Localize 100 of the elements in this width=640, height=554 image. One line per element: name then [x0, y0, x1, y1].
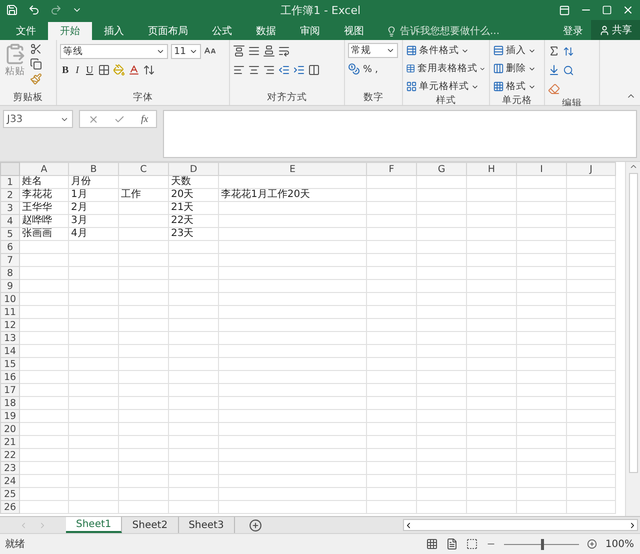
row-header[interactable]: 20 — [0, 422, 20, 436]
align-left-icon[interactable] — [233, 64, 245, 76]
row-header[interactable]: 8 — [0, 266, 20, 280]
styles-menu-button[interactable]: 单元格样式 — [406, 79, 486, 94]
column-header[interactable]: I — [516, 162, 566, 176]
font-color-icon[interactable] — [128, 64, 140, 76]
scissors-icon[interactable] — [30, 43, 42, 55]
row-header[interactable]: 11 — [0, 306, 20, 318]
row-header[interactable]: 6 — [0, 240, 20, 254]
row-header[interactable]: 15 — [0, 358, 20, 370]
cells-menu-button[interactable]: 删除 — [493, 61, 541, 76]
border-icon[interactable] — [98, 64, 110, 76]
redo-icon[interactable] — [50, 4, 62, 16]
comma-button[interactable]: , — [375, 62, 378, 76]
column-header[interactable]: G — [416, 162, 466, 176]
column-header[interactable]: J — [566, 162, 616, 176]
row-header[interactable]: 14 — [0, 344, 20, 358]
font-name-field[interactable]: 等线 — [60, 44, 168, 58]
zoom-percent[interactable]: 100% — [605, 538, 640, 550]
row-header[interactable]: 17 — [0, 384, 20, 396]
bold-button[interactable]: B — [60, 64, 71, 76]
row-header[interactable]: 25 — [0, 488, 20, 500]
column-header[interactable]: H — [466, 162, 516, 176]
ribbon-tab[interactable]: 开始 — [48, 22, 92, 40]
insert-function-button[interactable]: fx — [140, 114, 148, 124]
row-header[interactable]: 19 — [0, 410, 20, 422]
top-align-icon[interactable] — [233, 45, 245, 57]
ribbon-tab[interactable]: 插入 — [92, 22, 136, 40]
row-header[interactable]: 4 — [0, 214, 20, 228]
sort-icon[interactable] — [563, 46, 574, 56]
eraser-icon[interactable] — [548, 83, 560, 95]
undo-icon[interactable] — [28, 4, 40, 16]
font-size-field[interactable]: 11 — [171, 44, 201, 58]
align-right-icon[interactable] — [263, 64, 275, 76]
indent-decrease-icon[interactable] — [278, 64, 290, 76]
indent-increase-icon[interactable] — [293, 64, 305, 76]
copy-icon[interactable] — [30, 58, 42, 70]
row-header[interactable]: 21 — [0, 436, 20, 448]
ribbon-tab[interactable]: 数据 — [244, 22, 288, 40]
ribbon-tab[interactable]: 审阅 — [288, 22, 332, 40]
row-header[interactable]: 24 — [0, 474, 20, 488]
name-box[interactable]: J33 — [3, 110, 73, 128]
vertical-scrollbar[interactable] — [625, 162, 640, 516]
search-icon[interactable] — [563, 64, 574, 76]
formula-input-field[interactable] — [163, 110, 637, 158]
italic-button[interactable]: I — [74, 64, 82, 76]
cells-menu-button[interactable]: 插入 — [493, 43, 541, 58]
wrap-text-icon[interactable] — [278, 45, 290, 57]
fill-down-icon[interactable] — [548, 64, 560, 76]
percent-button[interactable]: % — [363, 62, 372, 76]
column-header[interactable]: E — [218, 162, 366, 176]
sum-icon[interactable] — [548, 45, 560, 57]
cancel-icon[interactable] — [88, 114, 99, 124]
horizontal-scrollbar[interactable] — [403, 519, 638, 531]
cells-menu-button[interactable]: 格式 — [493, 79, 541, 94]
column-header[interactable]: C — [118, 162, 168, 176]
row-header[interactable]: 7 — [0, 254, 20, 266]
row-header[interactable]: 12 — [0, 318, 20, 332]
align-center-icon[interactable] — [248, 64, 260, 76]
row-header[interactable]: 9 — [0, 280, 20, 292]
share-button[interactable]: 共享 — [591, 20, 640, 40]
row-header[interactable]: 13 — [0, 332, 20, 344]
row-header[interactable]: 3 — [0, 202, 20, 214]
row-header[interactable]: 23 — [0, 462, 20, 474]
bottom-align-icon[interactable] — [263, 45, 275, 57]
merge-icon[interactable] — [308, 64, 320, 76]
ribbon-tab[interactable]: 视图 — [332, 22, 376, 40]
page-layout-icon[interactable] — [446, 538, 458, 550]
styles-menu-button[interactable]: 套用表格格式 — [406, 61, 486, 76]
add-sheet-icon[interactable] — [248, 518, 262, 532]
underline-button[interactable]: U — [84, 64, 96, 76]
close-icon[interactable] — [622, 4, 634, 16]
row-header[interactable]: 22 — [0, 448, 20, 462]
row-header[interactable]: 18 — [0, 396, 20, 410]
row-header[interactable]: 10 — [0, 292, 20, 306]
tell-me-placeholder[interactable]: 告诉我您想要做什么... — [400, 24, 500, 38]
phonetic-icon[interactable] — [143, 64, 156, 76]
ribbon-tab[interactable]: 文件 — [4, 22, 48, 40]
row-header[interactable]: 2 — [0, 188, 20, 202]
maximize-icon[interactable] — [602, 5, 612, 15]
column-header[interactable]: A — [20, 162, 68, 176]
column-header[interactable]: F — [366, 162, 416, 176]
zoom-in-icon[interactable] — [587, 539, 598, 549]
column-header[interactable]: D — [168, 162, 218, 176]
row-header[interactable]: 16 — [0, 370, 20, 384]
middle-align-icon[interactable] — [248, 45, 260, 57]
sheet-tab[interactable]: Sheet1 — [66, 517, 122, 533]
row-header[interactable]: 26 — [0, 500, 20, 514]
save-icon[interactable] — [6, 4, 18, 16]
ribbon-tab[interactable]: 公式 — [200, 22, 244, 40]
styles-menu-button[interactable]: 条件格式 — [406, 43, 486, 58]
enter-icon[interactable] — [114, 114, 126, 124]
row-header[interactable]: 1 — [0, 176, 20, 188]
column-header[interactable]: B — [68, 162, 118, 176]
normal-view-icon[interactable] — [426, 538, 438, 550]
zoom-slider-thumb[interactable] — [540, 538, 544, 550]
row-header[interactable]: 5 — [0, 228, 20, 240]
ribbon-display-icon[interactable] — [559, 4, 570, 16]
page-break-icon[interactable] — [466, 538, 478, 550]
number-format-field[interactable]: 常规 — [348, 43, 398, 58]
